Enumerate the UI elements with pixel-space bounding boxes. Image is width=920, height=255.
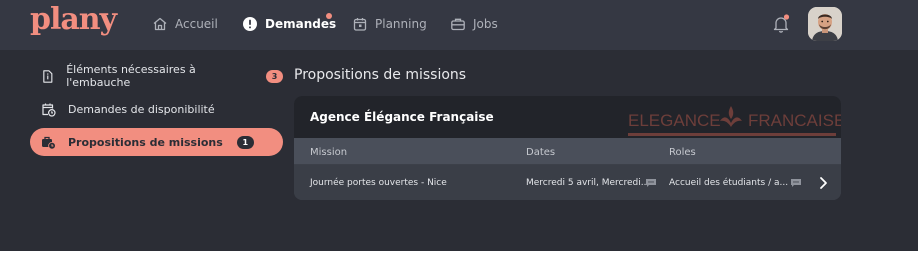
nav-label: Jobs (473, 17, 498, 31)
table-header: Mission Dates Roles (294, 138, 841, 164)
logo-underline (628, 133, 836, 136)
fleur-icon (720, 106, 742, 127)
agency-logo: ELEGANCE FRANCAISE (628, 106, 841, 137)
notification-dot (326, 13, 332, 19)
sidebar-item-propositions-missions[interactable]: Propositions de missions 1 (30, 128, 283, 156)
column-header-roles: Roles (669, 147, 696, 158)
nav-demandes[interactable]: Demandes (242, 14, 336, 34)
sidebar-item-label: Demandes de disponibilité (68, 102, 215, 116)
agency-card: Agence Élégance Française ELEGANCE FRANC… (294, 96, 841, 200)
avatar[interactable] (808, 7, 842, 41)
home-icon (153, 17, 167, 31)
plany-logo[interactable]: plany (30, 2, 117, 37)
nav-label: Planning (375, 17, 427, 31)
sidebar-item-elements-embauche[interactable]: Éléments nécessaires à l'embauche 3 (30, 62, 283, 90)
dates-cell: Mercredi 5 avril, Mercredi... (526, 178, 650, 188)
agency-logo-text: ELEGANCE (628, 111, 721, 130)
nav-jobs[interactable]: Jobs (450, 14, 498, 34)
agency-header: Agence Élégance Française ELEGANCE FRANC… (294, 96, 841, 138)
count-badge: 3 (266, 69, 283, 83)
notifications-button[interactable] (772, 14, 790, 38)
mission-cell: Journée portes ouvertes - Nice (310, 178, 447, 188)
nav-label: Accueil (175, 17, 218, 31)
app-window: plany Accueil Demandes Planning Jobs Élé… (0, 0, 918, 251)
briefcase-clock-icon (42, 136, 56, 150)
comment-icon[interactable] (790, 178, 802, 188)
user-photo (808, 7, 842, 41)
chevron-right-icon[interactable] (818, 176, 828, 190)
bell-icon (773, 14, 790, 33)
nav-accueil[interactable]: Accueil (152, 14, 218, 34)
column-header-mission: Mission (310, 147, 348, 158)
top-navigation: plany Accueil Demandes Planning Jobs (0, 0, 918, 50)
page-title: Propositions de missions (294, 67, 467, 83)
alert-circle-icon (243, 17, 257, 31)
nav-planning[interactable]: Planning (352, 14, 427, 34)
calendar-clock-icon (42, 103, 56, 117)
document-icon (43, 69, 53, 83)
comment-icon[interactable] (645, 178, 657, 188)
column-header-dates: Dates (526, 147, 556, 158)
roles-cell: Accueil des étudiants / a... (669, 178, 789, 188)
table-row[interactable]: Journée portes ouvertes - Nice Mercredi … (294, 165, 841, 200)
sidebar-item-demandes-disponibilite[interactable]: Demandes de disponibilité (30, 95, 283, 123)
agency-logo-text: FRANCAISE (748, 111, 841, 130)
briefcase-icon (451, 18, 465, 31)
nav-label: Demandes (265, 17, 337, 31)
agency-name: Agence Élégance Française (310, 110, 494, 124)
sidebar-item-label: Éléments nécessaires à l'embauche (66, 63, 196, 89)
sidebar-item-label: Propositions de missions (68, 135, 223, 149)
calendar-icon (353, 18, 367, 31)
count-badge: 1 (236, 135, 254, 149)
